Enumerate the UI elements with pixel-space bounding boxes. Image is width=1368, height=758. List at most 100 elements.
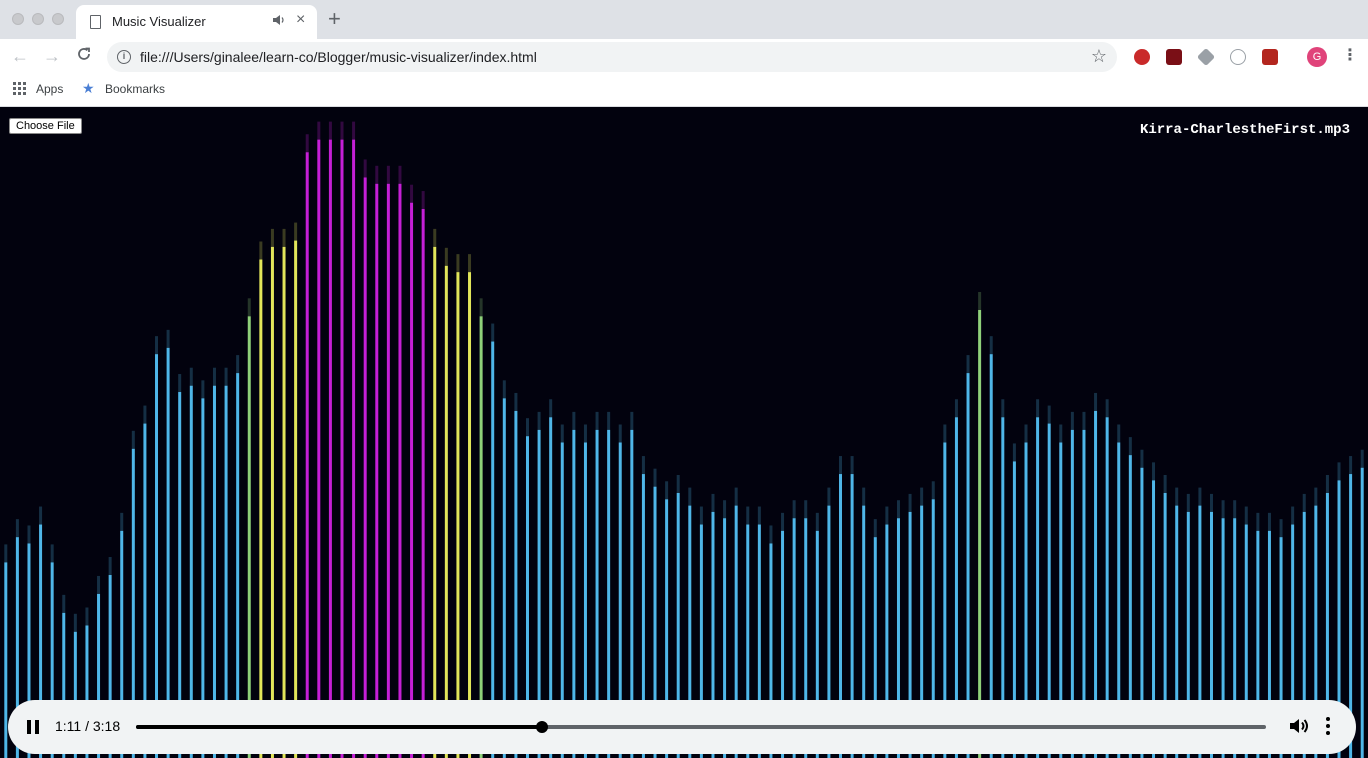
url-text[interactable]: file:///Users/ginalee/learn-co/Blogger/m… [140,49,537,65]
visualizer-bar [166,347,170,758]
choose-file-button[interactable]: Choose File [9,118,82,134]
visualizer-canvas [4,121,1364,758]
progress-knob[interactable] [535,721,548,733]
visualizer-bar-glow [746,506,750,525]
visualizer-bar [386,183,390,758]
time-display: 1:11 / 3:18 [55,718,121,734]
visualizer-bar-glow [943,424,947,443]
visualizer-bar-glow [62,594,66,613]
visualizer-bar [259,259,263,758]
browser-menu-icon[interactable]: ⋮ [1342,46,1358,66]
visualizer-bar [270,246,274,758]
visualizer-bar [352,139,356,758]
visualizer-bar-glow [595,411,599,430]
visualizer-bar-glow [1267,512,1271,531]
visualizer-bar [305,152,309,758]
tab-close-button[interactable]: × [296,11,305,29]
visualizer-bar-glow [839,456,843,475]
browser-toolbar: ← → i file:///Users/ginalee/learn-co/Blo… [0,39,1368,75]
visualizer-bar-glow [1349,456,1353,475]
tab-title: Music Visualizer [112,14,206,29]
visualizer-bar-glow [456,254,460,273]
volume-icon[interactable] [1288,715,1310,737]
visualizer-bar-glow [85,607,89,626]
window-maximize-button[interactable] [52,13,64,25]
visualizer-bar-glow [653,468,657,487]
visualizer-bar-glow [282,228,286,247]
visualizer-bar-glow [201,380,205,399]
address-bar[interactable]: i file:///Users/ginalee/learn-co/Blogger… [107,42,1117,72]
extension-json-icon[interactable] [1230,49,1246,65]
browser-chrome: Music Visualizer × + ← → i file:///Users… [0,0,1368,107]
visualizer-bar [363,177,367,758]
visualizer-bar [328,139,332,758]
visualizer-bar-glow [618,424,622,443]
visualizer-bar-glow [885,506,889,525]
visualizer-bar [978,309,982,758]
visualizer-bar-glow [757,506,761,525]
visualizer-bar-glow [560,424,564,443]
visualizer-bar-glow [549,399,553,418]
visualizer-bar-glow [294,222,298,241]
info-icon[interactable]: i [117,50,131,64]
visualizer-bar [410,202,414,758]
visualizer-bar-glow [781,512,785,531]
visualizer-bar-glow [1256,512,1260,531]
visualizer-bar [468,272,472,758]
visualizer-bar-glow [155,336,159,355]
forward-button[interactable]: → [43,45,61,67]
visualizer-bar-glow [804,500,808,519]
visualizer-bar-glow [166,329,170,348]
visualizer-bar [989,354,993,758]
more-options-icon[interactable] [1326,717,1332,737]
visualizer-bar-glow [1360,449,1364,468]
bookmark-apps[interactable]: Apps [36,82,63,96]
speaker-icon[interactable] [272,14,286,29]
extension-ublock-icon[interactable] [1166,49,1182,65]
bookmark-star-icon[interactable]: ☆ [1091,46,1107,67]
visualizer-bar-glow [178,374,182,393]
pause-icon[interactable] [27,720,39,734]
visualizer-bar-glow [1302,493,1306,512]
visualizer-bar-glow [676,474,680,493]
visualizer-bar-glow [583,424,587,443]
visualizer-bar-glow [1117,424,1121,443]
visualizer-bar-glow [108,557,112,576]
visualizer-bar-glow [444,247,448,266]
profile-avatar[interactable]: G [1307,47,1327,67]
back-button[interactable]: ← [11,45,29,67]
bookmark-bookmarks[interactable]: Bookmarks [105,82,165,96]
visualizer-bar-glow [966,355,970,374]
visualizer-bar-glow [410,184,414,203]
visualizer-bar-glow [352,121,356,140]
extension-cors-icon[interactable] [1262,49,1278,65]
visualizer-bar-glow [328,121,332,140]
visualizer-bar-glow [363,159,367,178]
visualizer-bar-glow [723,500,727,519]
visualizer-bar-glow [711,493,715,512]
progress-bar[interactable] [136,721,1266,733]
reload-button[interactable] [75,45,93,68]
visualizer-bar-glow [665,481,669,500]
window-minimize-button[interactable] [32,13,44,25]
visualizer-bar-glow [340,121,344,140]
extension-lastpass-icon[interactable] [1134,49,1150,65]
visualizer-bar-glow [1024,424,1028,443]
extension-layers-icon[interactable] [1196,47,1216,67]
visualizer-bar-glow [641,456,645,475]
visualizer-bar-glow [491,323,495,342]
visualizer-bar-glow [630,411,634,430]
window-close-button[interactable] [12,13,24,25]
visualizer-bar [340,139,344,758]
new-tab-button[interactable]: + [328,8,341,30]
visualizer-bar-glow [212,367,216,386]
visualizer-bar-glow [978,291,982,310]
bookmarks-bar: Apps Bookmarks [0,75,1368,107]
visualizer-bar-glow [1128,437,1132,456]
visualizer-bar-glow [479,298,483,317]
tab-music-visualizer[interactable]: Music Visualizer × [76,5,317,39]
visualizer-bar-glow [1186,493,1190,512]
visualizer-bar [4,562,8,758]
visualizer-bar [433,246,437,758]
visualizer-bar-glow [908,493,912,512]
